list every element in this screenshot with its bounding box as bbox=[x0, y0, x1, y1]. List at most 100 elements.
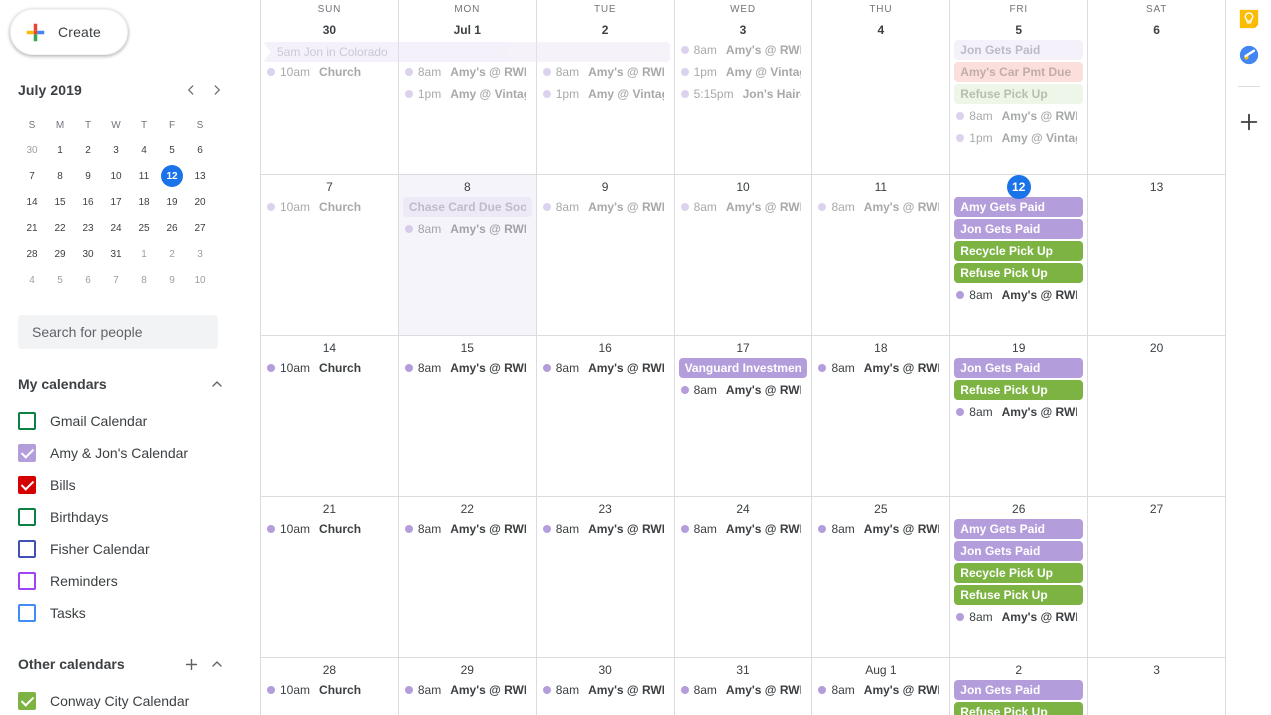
day-number[interactable]: Aug 1 bbox=[812, 658, 949, 680]
mini-day-13[interactable]: 13 bbox=[186, 163, 214, 189]
calendar-checkbox[interactable] bbox=[18, 444, 36, 462]
mini-day-19[interactable]: 19 bbox=[158, 189, 186, 215]
my-calendars-collapse-button[interactable] bbox=[204, 371, 230, 397]
calendar-checkbox[interactable] bbox=[18, 692, 36, 710]
day-cell[interactable]: THU 4 bbox=[811, 0, 949, 174]
calendar-event[interactable]: Amy Gets Paid bbox=[954, 519, 1084, 539]
calendar-event[interactable]: Recycle Pick Up bbox=[954, 241, 1084, 261]
calendar-event[interactable]: Chase Card Due Soon bbox=[402, 197, 532, 217]
other-calendars-header[interactable]: Other calendars bbox=[18, 651, 230, 677]
day-cell[interactable]: 29 8am Amy's @ RWD bbox=[397, 658, 536, 715]
day-number[interactable]: 3 bbox=[675, 18, 812, 40]
day-cell[interactable]: 13 bbox=[1087, 175, 1225, 335]
day-cell[interactable]: 23 8am Amy's @ RWD bbox=[535, 497, 674, 657]
day-number[interactable]: 5 bbox=[950, 18, 1087, 40]
day-number[interactable]: 20 bbox=[1088, 336, 1225, 358]
day-cell[interactable]: 20 bbox=[1087, 336, 1225, 496]
day-cell[interactable]: 16 8am Amy's @ RWD bbox=[535, 336, 674, 496]
mini-day-8[interactable]: 8 bbox=[130, 267, 158, 293]
my-calendar-item[interactable]: Gmail Calendar bbox=[18, 405, 260, 437]
my-calendar-item[interactable]: Fisher Calendar bbox=[18, 533, 260, 565]
day-number[interactable]: 25 bbox=[812, 497, 949, 519]
calendar-event[interactable]: 1pm Amy @ Vintage bbox=[403, 84, 532, 104]
day-cell[interactable]: 7 10am Church bbox=[261, 175, 398, 335]
calendar-event[interactable]: Jon Gets Paid bbox=[954, 541, 1084, 561]
mini-day-15[interactable]: 15 bbox=[46, 189, 74, 215]
multi-day-event[interactable]: 5am Jon in Colorado bbox=[263, 42, 671, 62]
mini-day-24[interactable]: 24 bbox=[102, 215, 130, 241]
mini-day-30[interactable]: 30 bbox=[74, 241, 102, 267]
calendar-event[interactable]: Recycle Pick Up bbox=[954, 563, 1084, 583]
day-cell[interactable]: 30 8am Amy's @ RWD bbox=[535, 658, 674, 715]
day-number[interactable]: 2 bbox=[537, 18, 674, 40]
day-number[interactable]: 9 bbox=[537, 175, 674, 197]
calendar-event[interactable]: Jon Gets Paid bbox=[954, 40, 1084, 60]
calendar-event[interactable]: 10am Church bbox=[265, 680, 394, 700]
calendar-event[interactable]: Amy's Car Pmt Due bbox=[954, 62, 1084, 82]
day-cell[interactable]: 8 Chase Card Due Soon 8am Amy's @ RWD bbox=[397, 175, 536, 335]
calendar-event[interactable]: Jon Gets Paid bbox=[954, 358, 1084, 378]
create-button[interactable]: Create bbox=[10, 9, 128, 55]
mini-day-31[interactable]: 31 bbox=[102, 241, 130, 267]
calendar-event[interactable]: 8am Amy's @ RWD bbox=[954, 106, 1083, 126]
calendar-event[interactable]: 8am Amy's @ RWD bbox=[403, 680, 532, 700]
calendar-event[interactable]: 8am Amy's @ RWD bbox=[403, 519, 532, 539]
calendar-event[interactable]: 8am Amy's @ RWD bbox=[816, 680, 945, 700]
calendar-event[interactable]: 1pm Amy @ Vintage bbox=[541, 84, 670, 104]
day-cell[interactable]: 24 8am Amy's @ RWD bbox=[673, 497, 812, 657]
search-people-input[interactable] bbox=[18, 315, 218, 349]
my-calendar-item[interactable]: Tasks bbox=[18, 597, 260, 629]
mini-day-7[interactable]: 7 bbox=[18, 163, 46, 189]
calendar-event[interactable]: 8am Amy's @ RWD bbox=[541, 519, 670, 539]
day-number[interactable]: 11 bbox=[812, 175, 949, 197]
day-cell[interactable]: 19 Jon Gets Paid Refuse Pick Up 8am Amy's @ … bbox=[949, 336, 1087, 496]
mini-day-12[interactable]: 12 bbox=[158, 163, 186, 189]
day-cell[interactable]: 3 bbox=[1087, 658, 1225, 715]
day-number[interactable]: 21 bbox=[261, 497, 398, 519]
mini-day-21[interactable]: 21 bbox=[18, 215, 46, 241]
mini-day-5[interactable]: 5 bbox=[158, 137, 186, 163]
day-number[interactable]: 2 bbox=[950, 658, 1087, 680]
calendar-event[interactable]: Amy Gets Paid bbox=[954, 197, 1084, 217]
previous-month-button[interactable] bbox=[178, 77, 204, 103]
calendar-event[interactable]: 8am Amy's @ RWD bbox=[816, 358, 945, 378]
calendar-event[interactable]: 8am Amy's @ RWD bbox=[541, 358, 670, 378]
day-number[interactable]: 27 bbox=[1088, 497, 1225, 519]
mini-day-26[interactable]: 26 bbox=[158, 215, 186, 241]
mini-day-3[interactable]: 3 bbox=[102, 137, 130, 163]
day-number[interactable]: 28 bbox=[261, 658, 398, 680]
mini-day-7[interactable]: 7 bbox=[102, 267, 130, 293]
mini-day-23[interactable]: 23 bbox=[74, 215, 102, 241]
calendar-event[interactable]: 8am Amy's @ RWD bbox=[816, 197, 945, 217]
day-cell[interactable]: MON Jul 1 8am Amy's @ RWD 1pm Amy @ Vintage bbox=[397, 0, 536, 174]
day-number[interactable]: 16 bbox=[537, 336, 674, 358]
calendar-event[interactable]: 8am Amy's @ RWD bbox=[679, 519, 808, 539]
day-number[interactable]: 6 bbox=[1088, 18, 1225, 40]
calendar-event[interactable]: 8am Amy's @ RWD bbox=[403, 219, 532, 239]
day-cell[interactable]: 21 10am Church bbox=[261, 497, 398, 657]
calendar-event[interactable]: Jon Gets Paid bbox=[954, 680, 1084, 700]
day-cell[interactable]: FRI 5 Jon Gets Paid Amy's Car Pmt Due Refuse… bbox=[949, 0, 1087, 174]
google-keep-icon[interactable] bbox=[1238, 8, 1260, 30]
mini-day-14[interactable]: 14 bbox=[18, 189, 46, 215]
calendar-event[interactable]: Vanguard Investment bbox=[678, 358, 808, 378]
mini-day-30[interactable]: 30 bbox=[18, 137, 46, 163]
calendar-checkbox[interactable] bbox=[18, 572, 36, 590]
day-cell[interactable]: 10 8am Amy's @ RWD bbox=[673, 175, 812, 335]
calendar-event[interactable]: Refuse Pick Up bbox=[954, 380, 1084, 400]
day-cell[interactable]: 17 Vanguard Investment 8am Amy's @ RWD bbox=[673, 336, 812, 496]
mini-day-1[interactable]: 1 bbox=[130, 241, 158, 267]
day-cell[interactable]: 25 8am Amy's @ RWD bbox=[811, 497, 949, 657]
mini-day-16[interactable]: 16 bbox=[74, 189, 102, 215]
day-cell[interactable]: 22 8am Amy's @ RWD bbox=[397, 497, 536, 657]
day-cell[interactable]: 18 8am Amy's @ RWD bbox=[811, 336, 949, 496]
day-number[interactable]: 8 bbox=[399, 175, 536, 197]
mini-day-10[interactable]: 10 bbox=[186, 267, 214, 293]
calendar-event[interactable]: Refuse Pick Up bbox=[954, 702, 1084, 715]
day-number[interactable]: 12 bbox=[950, 175, 1087, 199]
day-number[interactable]: 18 bbox=[812, 336, 949, 358]
mini-day-18[interactable]: 18 bbox=[130, 189, 158, 215]
mini-day-9[interactable]: 9 bbox=[158, 267, 186, 293]
calendar-event[interactable]: 8am Amy's @ RWD bbox=[541, 62, 670, 82]
add-other-calendar-button[interactable] bbox=[178, 651, 204, 677]
